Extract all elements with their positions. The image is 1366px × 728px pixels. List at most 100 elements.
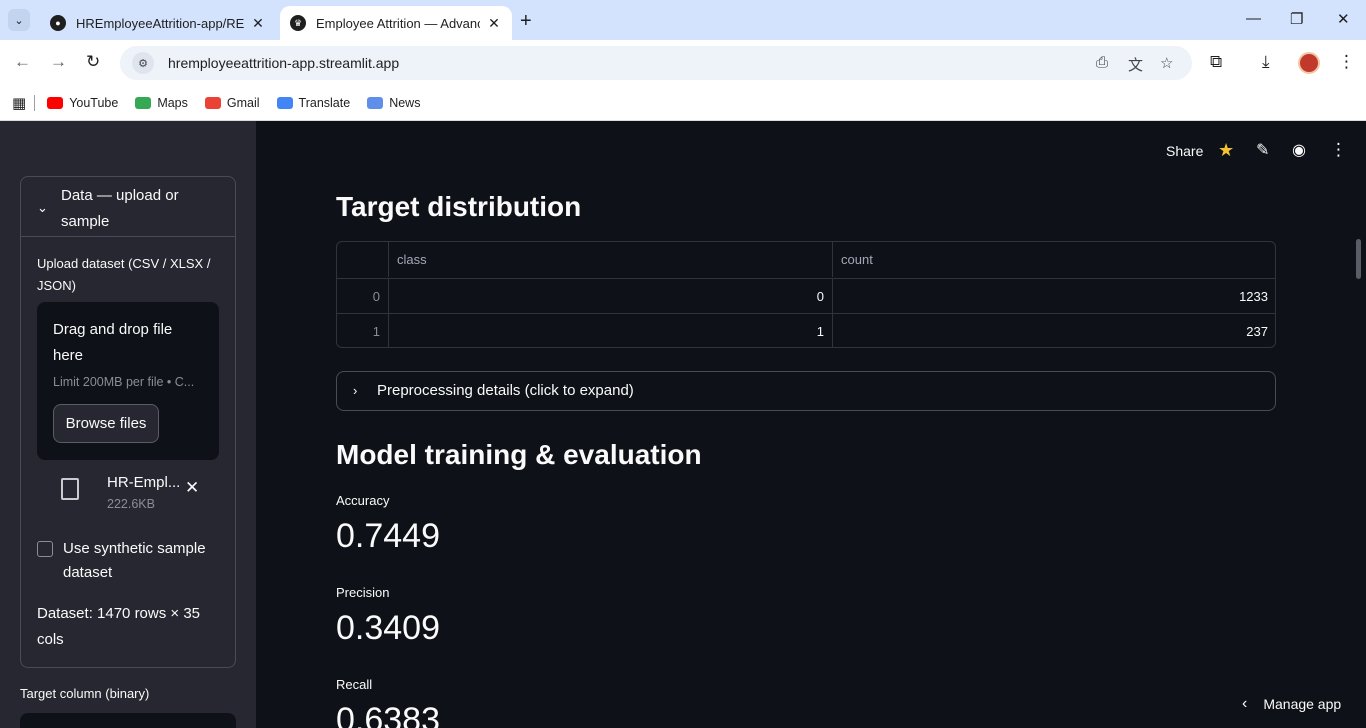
bookmarks-bar: ▦ YouTube Maps Gmail Translate News [0,86,1366,121]
tab-title: Employee Attrition — Advanced [316,15,480,31]
data-expander: ⌄ Data — upload or sample Upload dataset… [20,176,236,668]
count-cell[interactable]: 237 [832,314,1275,347]
youtube-icon [47,97,64,109]
share-button[interactable]: Share [1166,143,1203,159]
count-cell[interactable]: 1233 [832,279,1275,314]
table-header-class[interactable]: class [388,242,832,277]
dropzone-limit: Limit 200MB per file • C... [53,375,195,389]
streamlit-icon: ♛ [290,15,306,31]
upload-label: Upload dataset (CSV / XLSX / JSON) [37,256,211,293]
target-distribution-heading: Target distribution [336,191,582,222]
news-icon [367,97,384,109]
github-icon[interactable]: ◉ [1292,140,1306,160]
bookmark-gmail[interactable]: Gmail [204,96,260,110]
translate-icon[interactable]: 文 [1128,54,1143,75]
metric-value: 0.6383 [336,701,440,728]
bookmark-star-icon[interactable]: ☆ [1160,54,1173,72]
browser-tab-bar: ⌄ ● HREmployeeAttrition-app/README ✕ ♛ E… [0,0,1366,40]
file-dropzone[interactable]: Drag and drop file here Limit 200MB per … [37,302,219,460]
github-icon: ● [50,15,66,31]
metric-label: Precision [336,585,390,600]
synthetic-checkbox[interactable] [37,541,53,557]
apps-grid-icon[interactable]: ▦ [12,94,26,112]
chevron-left-icon: ‹ [1242,695,1248,712]
close-window-icon[interactable]: ✕ [1337,10,1350,28]
remove-file-icon[interactable]: ✕ [185,478,199,498]
extensions-icon[interactable]: ⧉ [1210,52,1222,72]
class-cell[interactable]: 1 [388,314,832,347]
data-expander-header[interactable]: ⌄ Data — upload or sample [21,177,235,237]
expander-title: Data — upload or sample [61,187,179,230]
back-icon[interactable]: ← [14,52,31,72]
target-distribution-table: class count 0 0 1233 1 1 237 [336,241,1276,348]
bookmark-label: YouTube [69,96,119,110]
file-name: HR-Empl... [107,474,181,491]
metric-label: Recall [336,677,373,692]
metric-value: 0.7449 [336,517,440,555]
reload-icon[interactable]: ↻ [86,52,100,72]
bookmark-label: Translate [298,96,351,110]
table-header-index [337,242,388,277]
tab-employee-attrition[interactable]: ♛ Employee Attrition — Advanced ✕ [280,6,512,40]
close-tab-icon[interactable]: ✕ [486,15,502,32]
model-training-heading: Model training & evaluation [336,439,702,470]
browser-menu-icon[interactable]: ⋮ [1338,52,1355,72]
table-header-count[interactable]: count [832,242,1275,277]
bookmark-label: Gmail [226,96,260,110]
chevron-down-icon: ⌄ [37,200,48,215]
table-row: 0 0 1233 [337,278,1275,314]
bookmark-translate[interactable]: Translate [276,96,351,110]
app-menu-icon[interactable]: ⋮ [1330,140,1347,160]
synthetic-label[interactable]: Use synthetic sample dataset [63,537,223,585]
restore-icon[interactable]: ❐ [1290,10,1303,28]
class-cell[interactable]: 0 [388,279,832,314]
tab-title: HREmployeeAttrition-app/README [76,15,244,31]
row-index: 0 [372,289,380,304]
target-column-select[interactable] [20,713,236,728]
profile-avatar[interactable] [1298,52,1320,74]
preprocessing-label: Preprocessing details (click to expand) [377,382,634,399]
edit-pencil-icon[interactable]: ✎ [1256,140,1269,160]
main-content: Share ★ ✎ ◉ ⋮ Target distribution class … [256,121,1366,728]
tab-readme[interactable]: ● HREmployeeAttrition-app/README ✕ [40,6,276,40]
url-text[interactable]: hremployeeattrition-app.streamlit.app [168,55,399,71]
bookmark-label: Maps [157,96,188,110]
table-header-row: class count [337,242,1275,277]
metric-value: 0.3409 [336,609,440,647]
maps-icon [135,97,152,109]
dataset-info: Dataset: 1470 rows × 35 cols [37,605,201,648]
bookmark-news[interactable]: News [367,96,420,110]
star-icon[interactable]: ★ [1218,140,1234,161]
tab-search-icon[interactable]: ⌄ [8,9,30,31]
bookmark-youtube[interactable]: YouTube [47,96,118,110]
translate-bookmark-icon [276,97,293,109]
site-info-icon[interactable]: ⚙ [132,52,154,74]
bookmarks-separator [34,95,36,111]
close-tab-icon[interactable]: ✕ [250,15,266,32]
browse-files-button[interactable]: Browse files [53,404,159,443]
manage-app-button[interactable]: ‹ Manage app [1242,695,1341,713]
metric-label: Accuracy [336,493,390,508]
minimize-icon[interactable]: — [1246,10,1261,27]
new-tab-icon[interactable]: + [520,10,532,33]
target-column-label: Target column (binary) [20,686,150,701]
file-size: 222.6KB [107,497,155,511]
forward-icon[interactable]: → [50,52,67,72]
uploaded-file: HR-Empl... 222.6KB ✕ [57,472,227,516]
gmail-icon [204,97,221,109]
sidebar: ⌄ Data — upload or sample Upload dataset… [0,121,256,728]
install-app-icon[interactable]: ⎙ [1096,54,1108,71]
scrollbar-thumb[interactable] [1356,239,1361,279]
bookmark-label: News [389,96,421,110]
table-row: 1 1 237 [337,313,1275,347]
dropzone-title: Drag and drop file here [53,321,173,364]
chevron-right-icon: › [353,383,358,398]
browser-toolbar: ← → ↻ ⚙ hremployeeattrition-app.streamli… [0,40,1366,86]
address-bar[interactable]: ⚙ hremployeeattrition-app.streamlit.app [120,46,1192,80]
bookmark-maps[interactable]: Maps [135,96,188,110]
manage-app-label: Manage app [1263,696,1342,712]
row-index: 1 [372,324,380,339]
downloads-icon[interactable]: ⤓ [1262,52,1270,72]
file-icon [61,478,79,500]
preprocessing-expander[interactable]: › Preprocessing details (click to expand… [336,371,1276,411]
